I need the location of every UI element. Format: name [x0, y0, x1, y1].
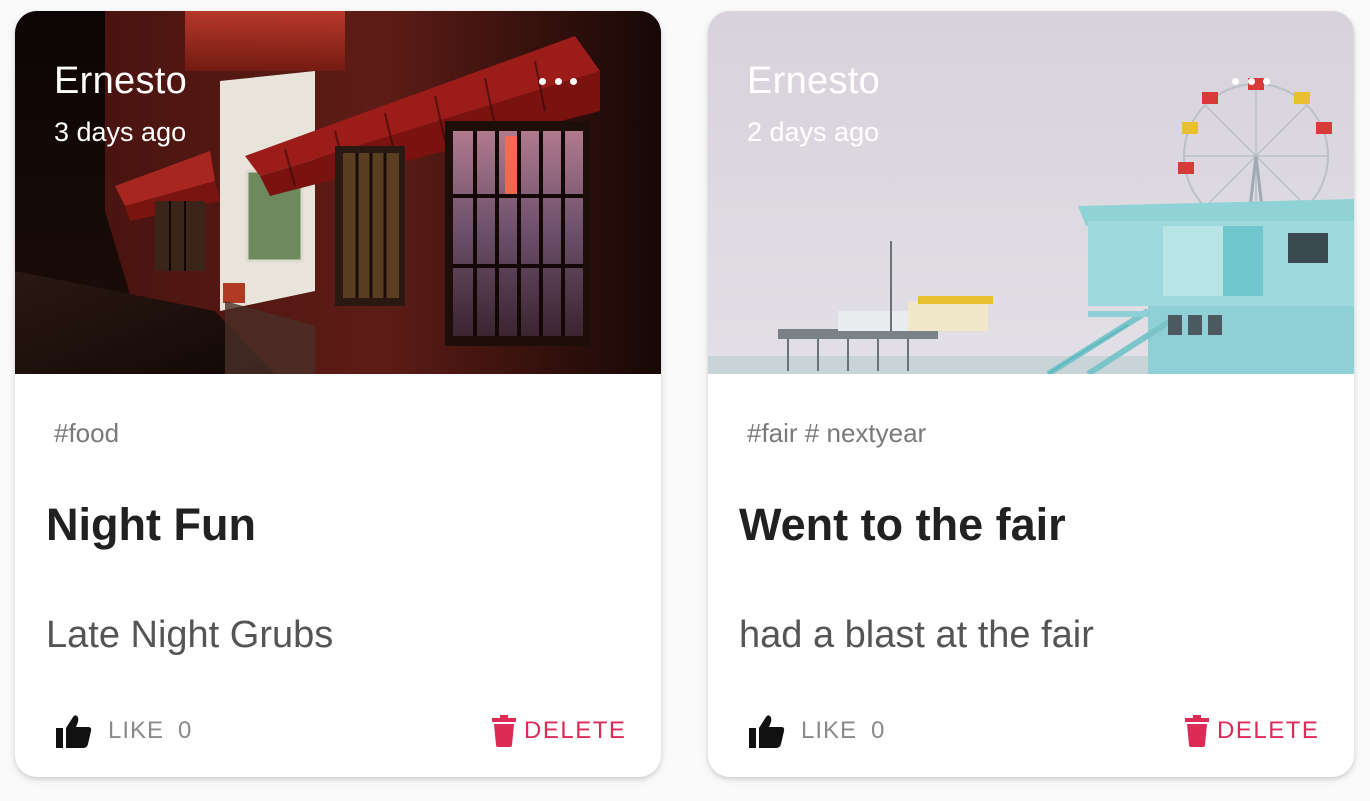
more-dot — [1263, 77, 1270, 85]
more-options-button[interactable] — [1232, 73, 1270, 89]
post-title: Went to the fair — [739, 499, 1066, 550]
post-author: Ernesto — [54, 60, 188, 102]
post-image: Ernesto 2 days ago — [708, 11, 1354, 374]
like-count: 0 — [178, 717, 192, 744]
post-timestamp: 2 days ago — [747, 117, 880, 147]
post-title: Night Fun — [46, 499, 256, 550]
thumb-up-icon — [749, 715, 785, 748]
more-options-button[interactable] — [539, 73, 577, 89]
post-image: Ernesto 3 days ago — [15, 11, 661, 374]
like-button[interactable]: LIKE 0 — [749, 711, 884, 751]
like-label: LIKE — [801, 717, 858, 744]
trash-icon — [492, 715, 516, 747]
post-timestamp: 3 days ago — [54, 117, 187, 147]
posts-grid: Ernesto 3 days ago #food Night Fun Late … — [0, 0, 1370, 801]
delete-label: DELETE — [1217, 717, 1320, 744]
more-dot — [539, 77, 546, 85]
like-label: LIKE — [108, 717, 165, 744]
post-author: Ernesto — [747, 60, 881, 102]
post-card: Ernesto 2 days ago #fair # nextyear Went… — [708, 11, 1354, 777]
thumb-up-icon — [56, 715, 92, 748]
post-message: Late Night Grubs — [46, 614, 334, 656]
more-dot — [554, 77, 562, 85]
more-dot — [1247, 77, 1255, 85]
post-message: had a blast at the fair — [739, 614, 1094, 656]
post-card: Ernesto 3 days ago #food Night Fun Late … — [15, 11, 661, 777]
delete-button[interactable]: DELETE — [492, 711, 626, 751]
more-dot — [1232, 77, 1239, 85]
trash-icon — [1185, 715, 1209, 747]
delete-label: DELETE — [524, 717, 627, 744]
post-tags: #food — [54, 418, 120, 448]
post-tags: #fair # nextyear — [747, 418, 927, 448]
more-dot — [570, 77, 577, 85]
like-count: 0 — [871, 717, 885, 744]
like-button[interactable]: LIKE 0 — [56, 711, 191, 751]
delete-button[interactable]: DELETE — [1185, 711, 1319, 751]
